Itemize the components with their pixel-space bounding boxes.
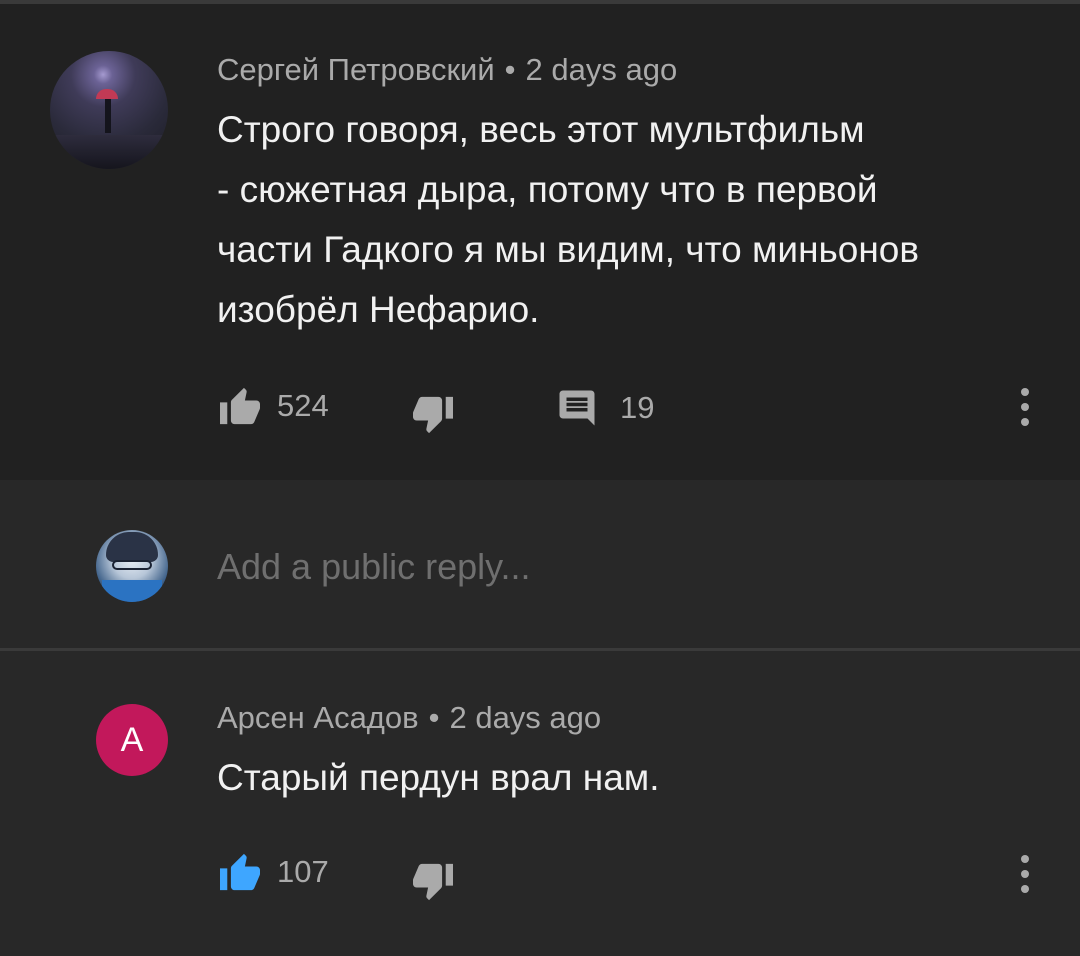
reply-input[interactable]: Add a public reply... [217,546,531,588]
reply-time[interactable]: 2 days ago [449,700,601,735]
reply-dislike-button[interactable] [410,862,456,902]
figure-shape [105,99,111,133]
comment-author[interactable]: Сергей Петровский [217,52,495,87]
like-count: 524 [277,388,329,423]
reply-count: 19 [620,390,655,425]
scarf-shape [102,580,162,602]
like-button[interactable]: 524 [217,386,329,426]
reply-like-count: 107 [277,854,329,889]
glasses-shape [112,560,152,570]
commenter-avatar[interactable] [50,51,168,169]
meta-separator: • [504,52,516,87]
more-options-icon[interactable] [1018,388,1032,426]
hair-shape [106,532,158,562]
comment-line: Строго говоря, весь этот мультфильм [217,109,865,150]
comment-line: - сюжетная дыра, потому что в первой [217,169,878,210]
comment-meta: Сергей Петровский • 2 days ago [217,52,677,88]
comment-icon [559,390,595,426]
current-user-avatar [96,530,168,602]
reply-text: Старый пердун врал нам. [217,757,660,798]
reply-more-options-icon[interactable] [1018,855,1032,893]
comment-text: Строго говоря, весь этот мультфильм - сю… [217,100,919,340]
section-divider [0,648,1080,651]
reply-meta: Арсен Асадов • 2 days ago [217,700,601,736]
thumbs-down-icon [413,863,453,901]
thumbs-up-icon [220,387,260,425]
reply-avatar[interactable]: A [96,704,168,776]
meta-separator: • [428,700,440,735]
thumbs-up-active-icon [220,853,260,891]
umbrella-shape [96,89,118,99]
comment-line: изобрёл Нефарио. [217,289,540,330]
reply-count-button[interactable]: 19 [556,386,654,430]
thumbs-down-icon [413,396,453,434]
reply-like-button[interactable]: 107 [217,852,329,892]
reply-author[interactable]: Арсен Асадов [217,700,419,735]
dislike-button[interactable] [410,395,456,435]
comment-line: части Гадкого я мы видим, что миньонов [217,229,920,270]
comment-time[interactable]: 2 days ago [526,52,678,87]
ground-shape [50,135,168,169]
